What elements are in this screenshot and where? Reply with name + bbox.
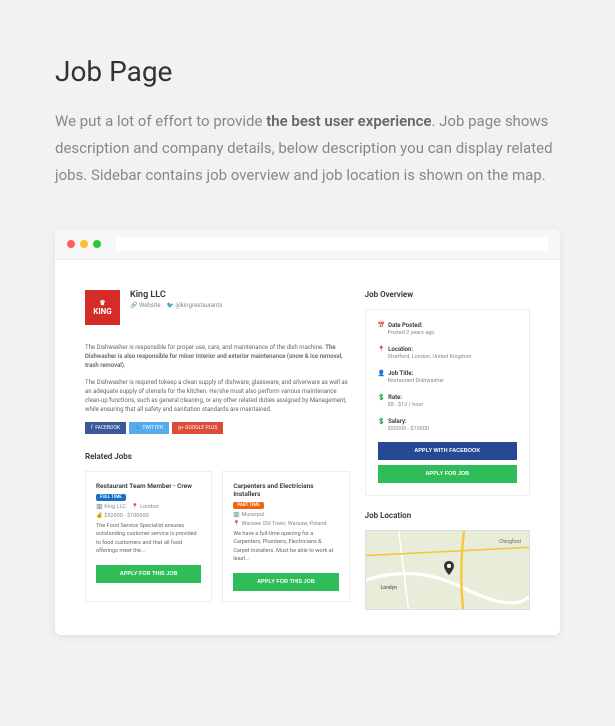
google-plus-share-button[interactable]: g+ GOOGLE PLUS [172, 422, 223, 434]
overview-card: 📅Date Posted: Posted 2 years ago 📍Locati… [365, 309, 530, 496]
company-logo: ♛ KING [85, 290, 120, 325]
website-link[interactable]: 🔗 Website [130, 302, 160, 309]
job-card-location: 📍 Warsaw Old Town, Warsaw, Poland [233, 521, 338, 527]
map-city-label: Chingford [499, 539, 521, 545]
facebook-share-button[interactable]: f FACEBOOK [85, 422, 126, 434]
map[interactable]: Mapa Satelita Chingford Londyn [365, 530, 530, 610]
building-icon: 🏢 [96, 504, 103, 510]
job-description-1: The Dishwasher is responsible for proper… [85, 343, 350, 370]
browser-chrome [55, 229, 560, 260]
overview-title: Job Overview [365, 290, 530, 299]
sidebar: Job Overview 📅Date Posted: Posted 2 year… [365, 290, 530, 610]
job-card: Restaurant Team Member - Crew FULL TIME … [85, 471, 212, 602]
apply-button[interactable]: APPLY FOR THIS JOB [96, 565, 201, 583]
social-buttons: f FACEBOOK 🐦 TWITTER g+ GOOGLE PLUS [85, 422, 350, 434]
twitter-share-button[interactable]: 🐦 TWITTER [129, 422, 169, 434]
apply-facebook-button[interactable]: APPLY WITH FACEBOOK [378, 442, 517, 460]
overview-item: 💲Rate: $8 - $12 / hour [378, 394, 517, 408]
related-jobs: Restaurant Team Member - Crew FULL TIME … [85, 471, 350, 602]
job-card-title[interactable]: Carpenters and Electricians Installers P… [233, 482, 338, 509]
minimize-icon[interactable] [80, 240, 88, 248]
related-jobs-title: Related Jobs [85, 452, 350, 461]
apply-job-button[interactable]: APPLY FOR JOB [378, 465, 517, 483]
building-icon: 🏢 [233, 512, 240, 518]
map-pin-icon [444, 561, 454, 571]
twitter-link[interactable]: 🐦 @kingrestaurants [166, 302, 222, 309]
apply-button[interactable]: APPLY FOR THIS JOB [233, 573, 338, 591]
job-type-tag: PART TIME [233, 502, 263, 509]
job-card: Carpenters and Electricians Installers P… [222, 471, 349, 602]
job-card-salary: 💰 $52000 - $100000 [96, 513, 201, 519]
overview-item: 📅Date Posted: Posted 2 years ago [378, 322, 517, 336]
money-icon: 💲 [378, 394, 385, 401]
close-icon[interactable] [67, 240, 75, 248]
company-header: ♛ KING King LLC 🔗 Website 🐦 @kingrestaur… [85, 290, 350, 325]
maximize-icon[interactable] [93, 240, 101, 248]
pin-icon: 📍 [132, 504, 139, 510]
job-card-meta: 🏢 Murazpol [233, 512, 338, 518]
job-type-tag: FULL TIME [96, 494, 126, 501]
url-bar[interactable] [116, 237, 548, 251]
calendar-icon: 📅 [378, 322, 385, 329]
overview-item: 📍Location: Stratford, London, United Kin… [378, 346, 517, 360]
company-meta: 🔗 Website 🐦 @kingrestaurants [130, 302, 222, 309]
intro-text: We put a lot of effort to provide the be… [55, 108, 560, 189]
page-title: Job Page [55, 55, 560, 88]
job-card-meta: 🏢 King LLC 📍 London [96, 504, 201, 510]
job-card-desc: The Food Service Specialist ensures outs… [96, 522, 201, 555]
job-description-2: The Dishwasher is required tokeep a clea… [85, 378, 350, 414]
job-card-title[interactable]: Restaurant Team Member - Crew FULL TIME [96, 482, 201, 501]
crown-icon: ♛ [99, 300, 105, 307]
money-icon: 💰 [96, 513, 103, 519]
location-title: Job Location [365, 511, 530, 520]
money-icon: 💲 [378, 418, 385, 425]
pin-icon: 📍 [233, 521, 240, 527]
user-icon: 👤 [378, 370, 385, 377]
map-city-label: Londyn [381, 585, 397, 591]
overview-item: 💲Salary: $55000 - $70000 [378, 418, 517, 432]
main-column: ♛ KING King LLC 🔗 Website 🐦 @kingrestaur… [85, 290, 350, 610]
location-icon: 📍 [378, 346, 385, 353]
overview-item: 👤Job Title: Restaurant Dishwasher [378, 370, 517, 384]
company-name: King LLC [130, 290, 222, 300]
browser-mockup: ♛ KING King LLC 🔗 Website 🐦 @kingrestaur… [55, 229, 560, 635]
job-card-desc: We have a full-time opening for a Carpen… [233, 530, 338, 563]
